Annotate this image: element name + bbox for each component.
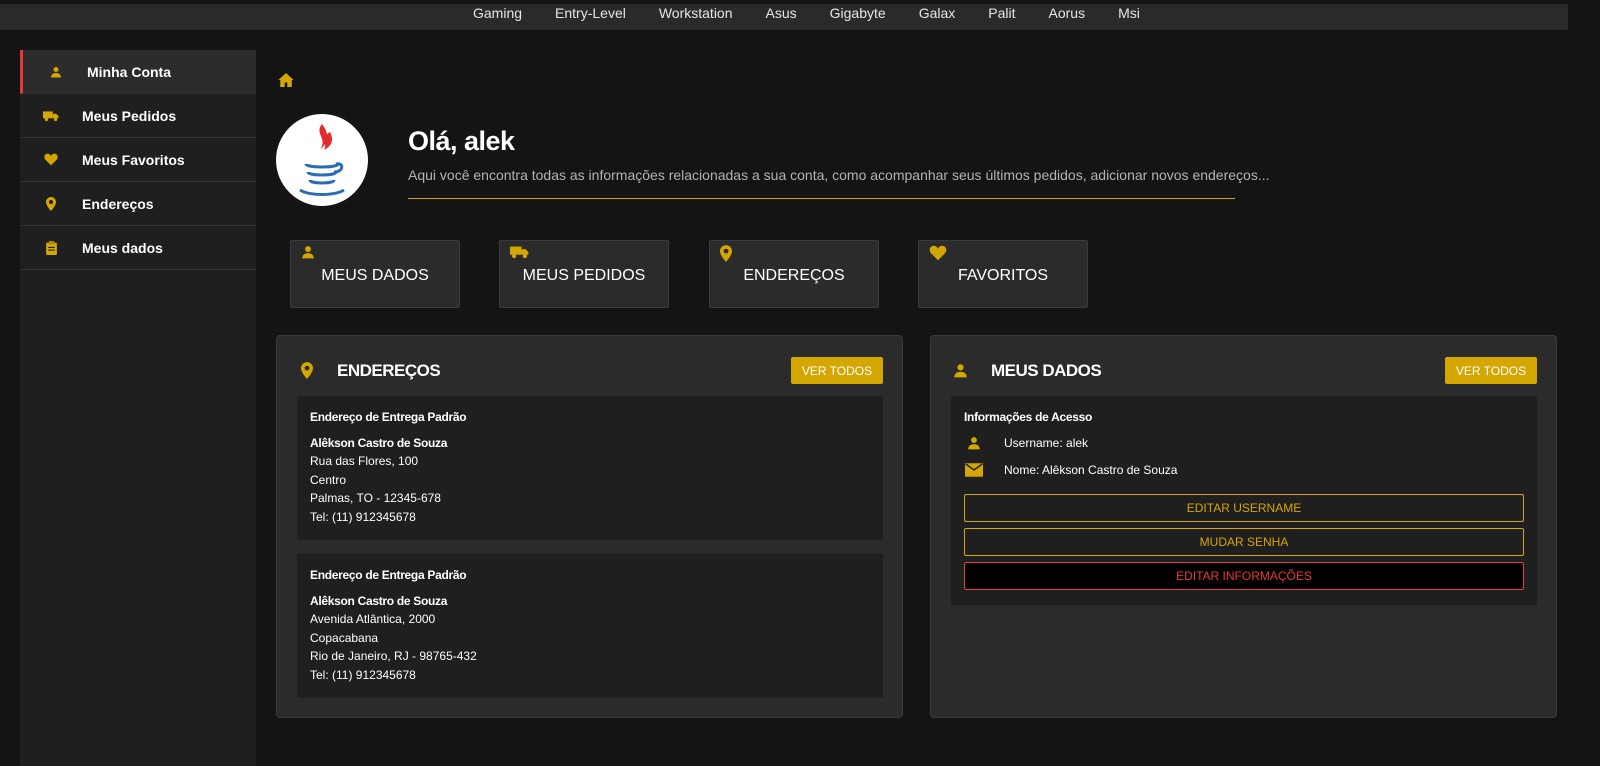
- heart-icon: [929, 245, 947, 266]
- address-heading: Endereço de Entrega Padrão: [310, 410, 467, 424]
- home-icon[interactable]: [278, 73, 294, 92]
- nav-link-gaming[interactable]: Gaming: [473, 5, 522, 21]
- card-title: MEUS DADOS: [991, 361, 1102, 380]
- nav-link-galax[interactable]: Galax: [919, 5, 956, 21]
- username-row: Username: alek: [964, 436, 1088, 450]
- avatar: [276, 114, 368, 206]
- sidebar-item-meus-dados[interactable]: Meus dados: [20, 226, 256, 270]
- username-value: Username: alek: [1004, 436, 1089, 450]
- tile-meus-pedidos[interactable]: MEUS PEDIDOS: [499, 240, 669, 308]
- tile-label: MEUS DADOS: [321, 267, 429, 284]
- tile-enderecos[interactable]: ENDEREÇOS: [709, 240, 879, 308]
- sidebar-item-meus-pedidos[interactable]: Meus Pedidos: [20, 94, 256, 138]
- addresses-card: ENDEREÇOS VER TODOS Endereço de Entrega …: [276, 335, 903, 718]
- nav-link-aorus[interactable]: Aorus: [1049, 5, 1086, 21]
- ver-todos-dados-button[interactable]: VER TODOS: [1445, 357, 1537, 384]
- page-title: Olá, alek: [408, 126, 515, 156]
- truck-icon: [510, 245, 529, 264]
- nav-link-gigabyte[interactable]: Gigabyte: [830, 5, 886, 21]
- address-city: Rio de Janeiro, RJ - 98765-432: [310, 649, 477, 663]
- address-city: Palmas, TO - 12345-678: [310, 491, 441, 505]
- top-navigation-bar: Gaming Entry-Level Workstation Asus Giga…: [0, 4, 1568, 30]
- sidebar-item-label: Endereços: [82, 195, 154, 212]
- edit-username-button[interactable]: EDITAR USERNAME: [964, 494, 1524, 522]
- edit-info-button[interactable]: EDITAR INFORMAÇÕES: [964, 562, 1524, 590]
- sidebar-item-label: Meus Pedidos: [82, 107, 177, 124]
- section-title: Informações de Acesso: [964, 410, 1092, 424]
- location-pin-icon: [720, 245, 732, 267]
- user-icon: [301, 245, 315, 264]
- address-street: Avenida Atlântica, 2000: [310, 612, 436, 626]
- address-district: Centro: [310, 472, 347, 487]
- my-data-card: MEUS DADOS VER TODOS Informações de Aces…: [930, 335, 1557, 718]
- mail-icon: [964, 463, 984, 477]
- address-phone: Tel: (11) 912345678: [310, 667, 416, 682]
- change-password-button[interactable]: MUDAR SENHA: [964, 528, 1524, 556]
- title-divider: [408, 198, 1235, 199]
- location-pin-icon: [40, 196, 62, 212]
- address-recipient: Alêkson Castro de Souza: [310, 435, 448, 450]
- address-district: Copacabana: [310, 630, 379, 645]
- nav-link-asus[interactable]: Asus: [766, 5, 797, 21]
- ver-todos-enderecos-button[interactable]: VER TODOS: [791, 357, 883, 384]
- page-subtitle: Aqui você encontra todas as informações …: [408, 167, 1270, 183]
- sidebar-item-label: Minha Conta: [87, 63, 171, 80]
- address-street: Rua das Flores, 100: [310, 454, 419, 468]
- address-phone: Tel: (11) 912345678: [310, 509, 416, 524]
- address-item: Endereço de Entrega Padrão Alêkson Castr…: [297, 554, 883, 698]
- heart-icon: [40, 152, 62, 168]
- access-info-box: Informações de Acesso Username: alek Nom…: [951, 396, 1537, 605]
- tile-label: MEUS PEDIDOS: [522, 267, 646, 284]
- tile-label: FAVORITOS: [957, 267, 1049, 284]
- user-icon: [953, 363, 968, 383]
- user-icon: [964, 436, 984, 450]
- java-logo-icon: [299, 124, 345, 196]
- nav-link-workstation[interactable]: Workstation: [659, 5, 733, 21]
- sidebar-item-minha-conta[interactable]: Minha Conta: [20, 50, 256, 94]
- name-value: Nome: Alêkson Castro de Souza: [1004, 463, 1178, 477]
- address-heading: Endereço de Entrega Padrão: [310, 568, 467, 582]
- card-title: ENDEREÇOS: [337, 361, 441, 380]
- address-item: Endereço de Entrega Padrão Alêkson Castr…: [297, 396, 883, 540]
- account-sidebar: Minha Conta Meus Pedidos Meus Favoritos …: [20, 50, 256, 766]
- tile-favoritos[interactable]: FAVORITOS: [918, 240, 1088, 308]
- tile-label: ENDEREÇOS: [743, 267, 845, 284]
- clipboard-icon: [40, 240, 62, 256]
- nav-link-msi[interactable]: Msi: [1118, 5, 1140, 21]
- address-recipient: Alêkson Castro de Souza: [310, 593, 448, 608]
- sidebar-item-label: Meus Favoritos: [82, 151, 185, 168]
- location-pin-icon: [301, 362, 313, 384]
- sidebar-item-label: Meus dados: [82, 239, 163, 256]
- sidebar-item-enderecos[interactable]: Endereços: [20, 182, 256, 226]
- name-row: Nome: Alêkson Castro de Souza: [964, 463, 1177, 477]
- tile-meus-dados[interactable]: MEUS DADOS: [290, 240, 460, 308]
- sidebar-item-meus-favoritos[interactable]: Meus Favoritos: [20, 138, 256, 182]
- nav-link-palit[interactable]: Palit: [988, 5, 1015, 21]
- top-nav: Gaming Entry-Level Workstation Asus Giga…: [473, 5, 1173, 21]
- user-icon: [45, 64, 67, 80]
- nav-link-entry-level[interactable]: Entry-Level: [555, 5, 626, 21]
- truck-icon: [40, 108, 62, 124]
